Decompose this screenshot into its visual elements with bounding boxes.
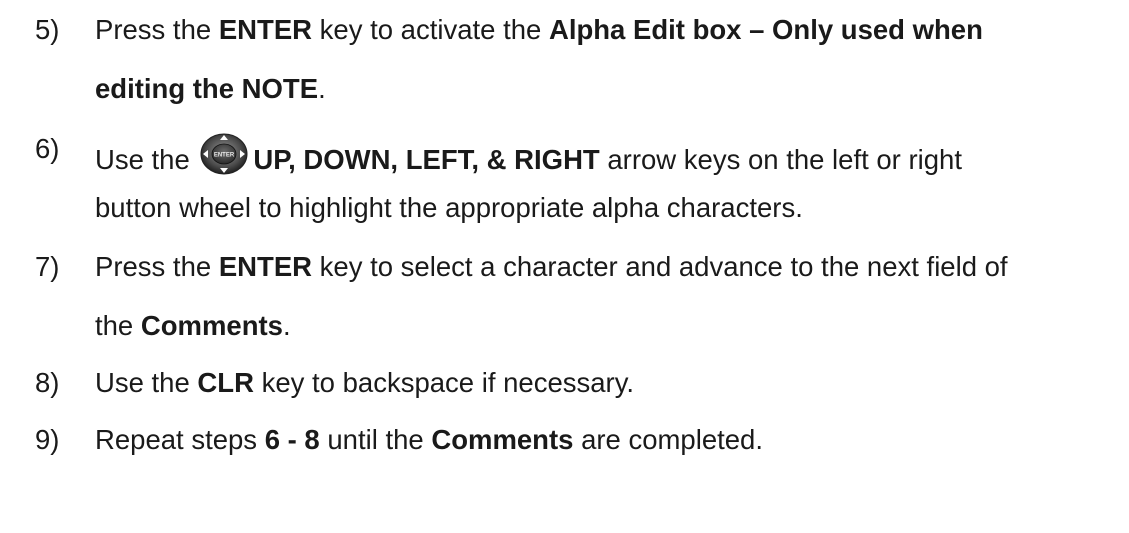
step-text-line: the Comments. — [95, 309, 291, 343]
step-bold-text: CLR — [197, 367, 254, 398]
step-text: until the — [319, 424, 432, 455]
step-number: 7) — [35, 251, 60, 282]
step-text-line: editing the NOTE. — [95, 72, 326, 106]
step-text: Press the — [95, 14, 219, 45]
step-text-line: Use the CLR key to backspace if necessar… — [95, 366, 634, 400]
step-text: Press the — [95, 251, 219, 282]
step-number: 8) — [35, 367, 60, 398]
step-number: 5) — [35, 14, 60, 45]
step-number: 6) — [35, 133, 60, 164]
step-text: key to select a character and advance to… — [312, 251, 1008, 282]
step-text: key to activate the — [312, 14, 549, 45]
step-text: are completed. — [573, 424, 763, 455]
step-text-line: Use the ENTER UP, DOWN, LEFT, & RIGHT arr… — [95, 132, 962, 177]
step-text: arrow keys on the left or right — [599, 144, 962, 175]
nav-pad-center-label: ENTER — [214, 153, 235, 159]
step-text: . — [318, 73, 326, 104]
step-bold-text: ENTER — [218, 251, 313, 282]
step-text: Use the — [95, 144, 198, 175]
step-bold-text: Alpha Edit box – Only used when — [548, 14, 983, 45]
step-bold-text: editing the NOTE — [95, 73, 319, 104]
step-bold-text: Comments — [431, 424, 574, 455]
step-text-line: Press the ENTER key to activate the Alph… — [95, 13, 983, 47]
step-text-line: Repeat steps 6 - 8 until the Comments ar… — [95, 423, 763, 457]
step-text: the — [95, 310, 141, 341]
step-bold-text: 6 - 8 — [264, 424, 320, 455]
step-text: button wheel to highlight the appropriat… — [95, 192, 803, 223]
nav-pad-icon: ENTER — [200, 133, 248, 175]
step-bold-text: ENTER — [218, 14, 313, 45]
step-text-line: button wheel to highlight the appropriat… — [95, 191, 803, 225]
step-text-line: Press the ENTER key to select a characte… — [95, 250, 1008, 284]
step-text: Use the — [95, 367, 198, 398]
step-text: . — [282, 310, 291, 341]
step-text: key to backspace if necessary. — [253, 367, 635, 398]
step-bold-text: UP, DOWN, LEFT, & RIGHT — [253, 144, 600, 175]
step-number: 9) — [35, 424, 60, 455]
instruction-steps: 5) Press the ENTER key to activate the Al… — [0, 0, 1129, 533]
step-text: Repeat steps — [95, 424, 265, 455]
step-bold-text: Comments — [140, 310, 283, 341]
